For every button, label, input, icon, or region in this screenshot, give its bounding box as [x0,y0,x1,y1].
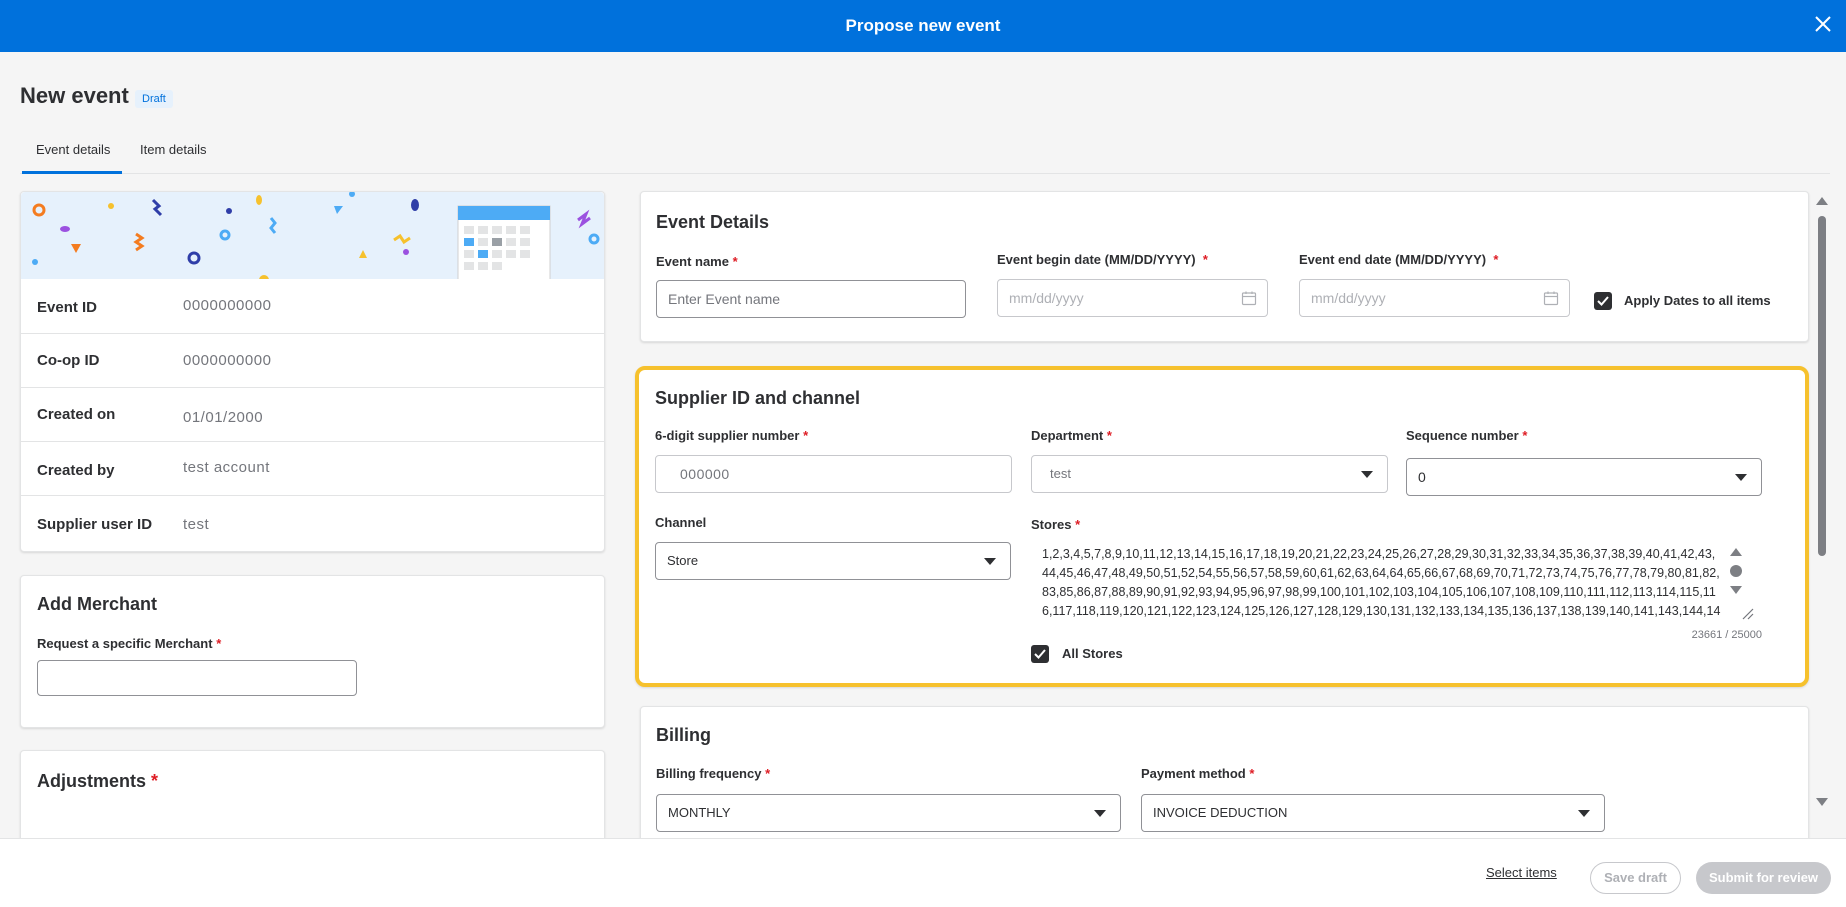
page-scrollbar[interactable] [1815,192,1829,814]
save-draft-button[interactable]: Save draft [1590,862,1681,894]
section-title: Billing [656,725,711,745]
summary-row-created-by: Created by test account [21,441,604,495]
tab-item-details[interactable]: Item details [140,142,206,174]
all-stores-checkbox[interactable] [1031,645,1049,663]
billing-card: Billing Billing frequency * MONTHLY Paym… [640,706,1809,856]
page-title: New event [20,83,129,108]
checkmark-icon [1597,296,1609,306]
calendar-icon[interactable] [1543,290,1559,306]
checkmark-icon [1034,649,1046,659]
chevron-down-icon [984,558,996,565]
stores-textarea[interactable]: 1,2,3,4,5,7,8,9,10,11,12,13,14,15,16,17,… [1029,540,1762,622]
select-value: 0 [1418,469,1426,485]
summary-value: 01/01/2000 [183,409,264,426]
calendar-icon[interactable] [1241,290,1257,306]
summary-label: Created on [37,406,116,423]
scroll-thumb[interactable] [1818,216,1826,556]
chevron-down-icon [1578,810,1590,817]
supplier-number-input[interactable]: 000000 [655,455,1012,493]
event-end-date-input[interactable]: mm/dd/yyyy [1299,279,1570,317]
field-label: Channel [655,515,707,530]
field-label: Event name * [656,254,738,269]
summary-label: Created by [37,462,115,479]
add-merchant-card: Add Merchant Request a specific Merchant… [20,575,605,728]
summary-label: Supplier user ID [37,516,153,533]
field-label: 6-digit supplier number * [655,428,809,443]
section-title: Adjustments * [37,771,159,791]
tab-bar: Event details Item details [20,138,1830,174]
select-value: Store [667,553,699,568]
chevron-down-icon [1094,810,1106,817]
chevron-down-icon [1735,474,1747,481]
section-title: Supplier ID and channel [655,388,861,408]
select-value: MONTHLY [668,805,731,820]
chevron-down-icon [1361,471,1373,478]
payment-method-select[interactable]: INVOICE DEDUCTION [1141,794,1605,832]
scroll-down-icon[interactable] [1815,797,1829,807]
event-summary-card: Event ID 0000000000 Co-op ID 0000000000 … [20,191,605,552]
all-stores-label: All Stores [1062,646,1123,661]
field-label: Sequence number * [1406,428,1528,443]
merchant-input[interactable] [37,660,357,696]
summary-row-supplier-user-id: Supplier user ID test [21,495,604,549]
channel-select[interactable]: Store [655,542,1011,580]
section-title: Event Details [656,212,770,232]
confetti-calendar-icon [32,192,600,279]
select-items-link[interactable]: Select items [1486,865,1557,880]
apply-dates-checkbox[interactable] [1594,292,1612,310]
billing-frequency-select[interactable]: MONTHLY [656,794,1121,832]
event-begin-date-input[interactable]: mm/dd/yyyy [997,279,1268,317]
summary-value: test [183,516,210,533]
field-label: Request a specific Merchant * [37,636,222,651]
modal-header: Propose new event [0,0,1846,52]
submit-for-review-button[interactable]: Submit for review [1696,862,1831,894]
select-value: INVOICE DEDUCTION [1153,805,1288,820]
date-placeholder: mm/dd/yyyy [1311,290,1386,306]
summary-row-created-on: Created on 01/01/2000 [21,387,604,441]
summary-value: 0000000000 [183,352,272,369]
field-label: Stores * [1031,517,1081,532]
summary-label: Co-op ID [37,352,100,369]
event-details-card: Event Details Event name * Enter Event n… [640,191,1809,342]
tab-event-details[interactable]: Event details [22,142,122,174]
summary-row-coop-id: Co-op ID 0000000000 [21,333,604,387]
apply-dates-label: Apply Dates to all items [1624,293,1771,308]
tab-label: Item details [140,142,207,157]
field-label: Payment method * [1141,766,1255,781]
scroll-up-icon[interactable] [1815,196,1829,206]
department-select[interactable]: test [1031,455,1388,493]
field-label: Department * [1031,428,1112,443]
tab-label: Event details [36,142,111,157]
confetti-banner [21,192,604,279]
summary-label: Event ID [37,299,98,316]
event-name-input[interactable]: Enter Event name [656,280,966,318]
close-icon[interactable] [1813,14,1833,34]
supplier-channel-card: Supplier ID and channel 6-digit supplier… [635,366,1809,687]
footer-bar: Select items [0,838,1846,907]
resize-handle-icon[interactable] [1740,606,1754,620]
summary-value: test account [183,459,270,476]
section-title: Add Merchant [37,594,158,614]
select-value: test [1050,466,1071,481]
stores-text: 1,2,3,4,5,7,8,9,10,11,12,13,14,15,16,17,… [1042,547,1721,618]
status-badge: Draft [135,90,173,108]
date-placeholder: mm/dd/yyyy [1009,290,1084,306]
summary-value: 0000000000 [183,297,272,314]
summary-row-event-id: Event ID 0000000000 [21,279,604,333]
modal-title: Propose new event [845,16,1001,35]
textarea-scrollbar[interactable] [1728,544,1744,608]
stores-char-counter: 23661 / 25000 [1691,629,1762,641]
sequence-number-select[interactable]: 0 [1406,458,1762,496]
field-label: Billing frequency * [656,766,771,781]
field-label: Event begin date (MM/DD/YYYY) * [997,252,1208,267]
field-label: Event end date (MM/DD/YYYY) * [1299,252,1499,267]
